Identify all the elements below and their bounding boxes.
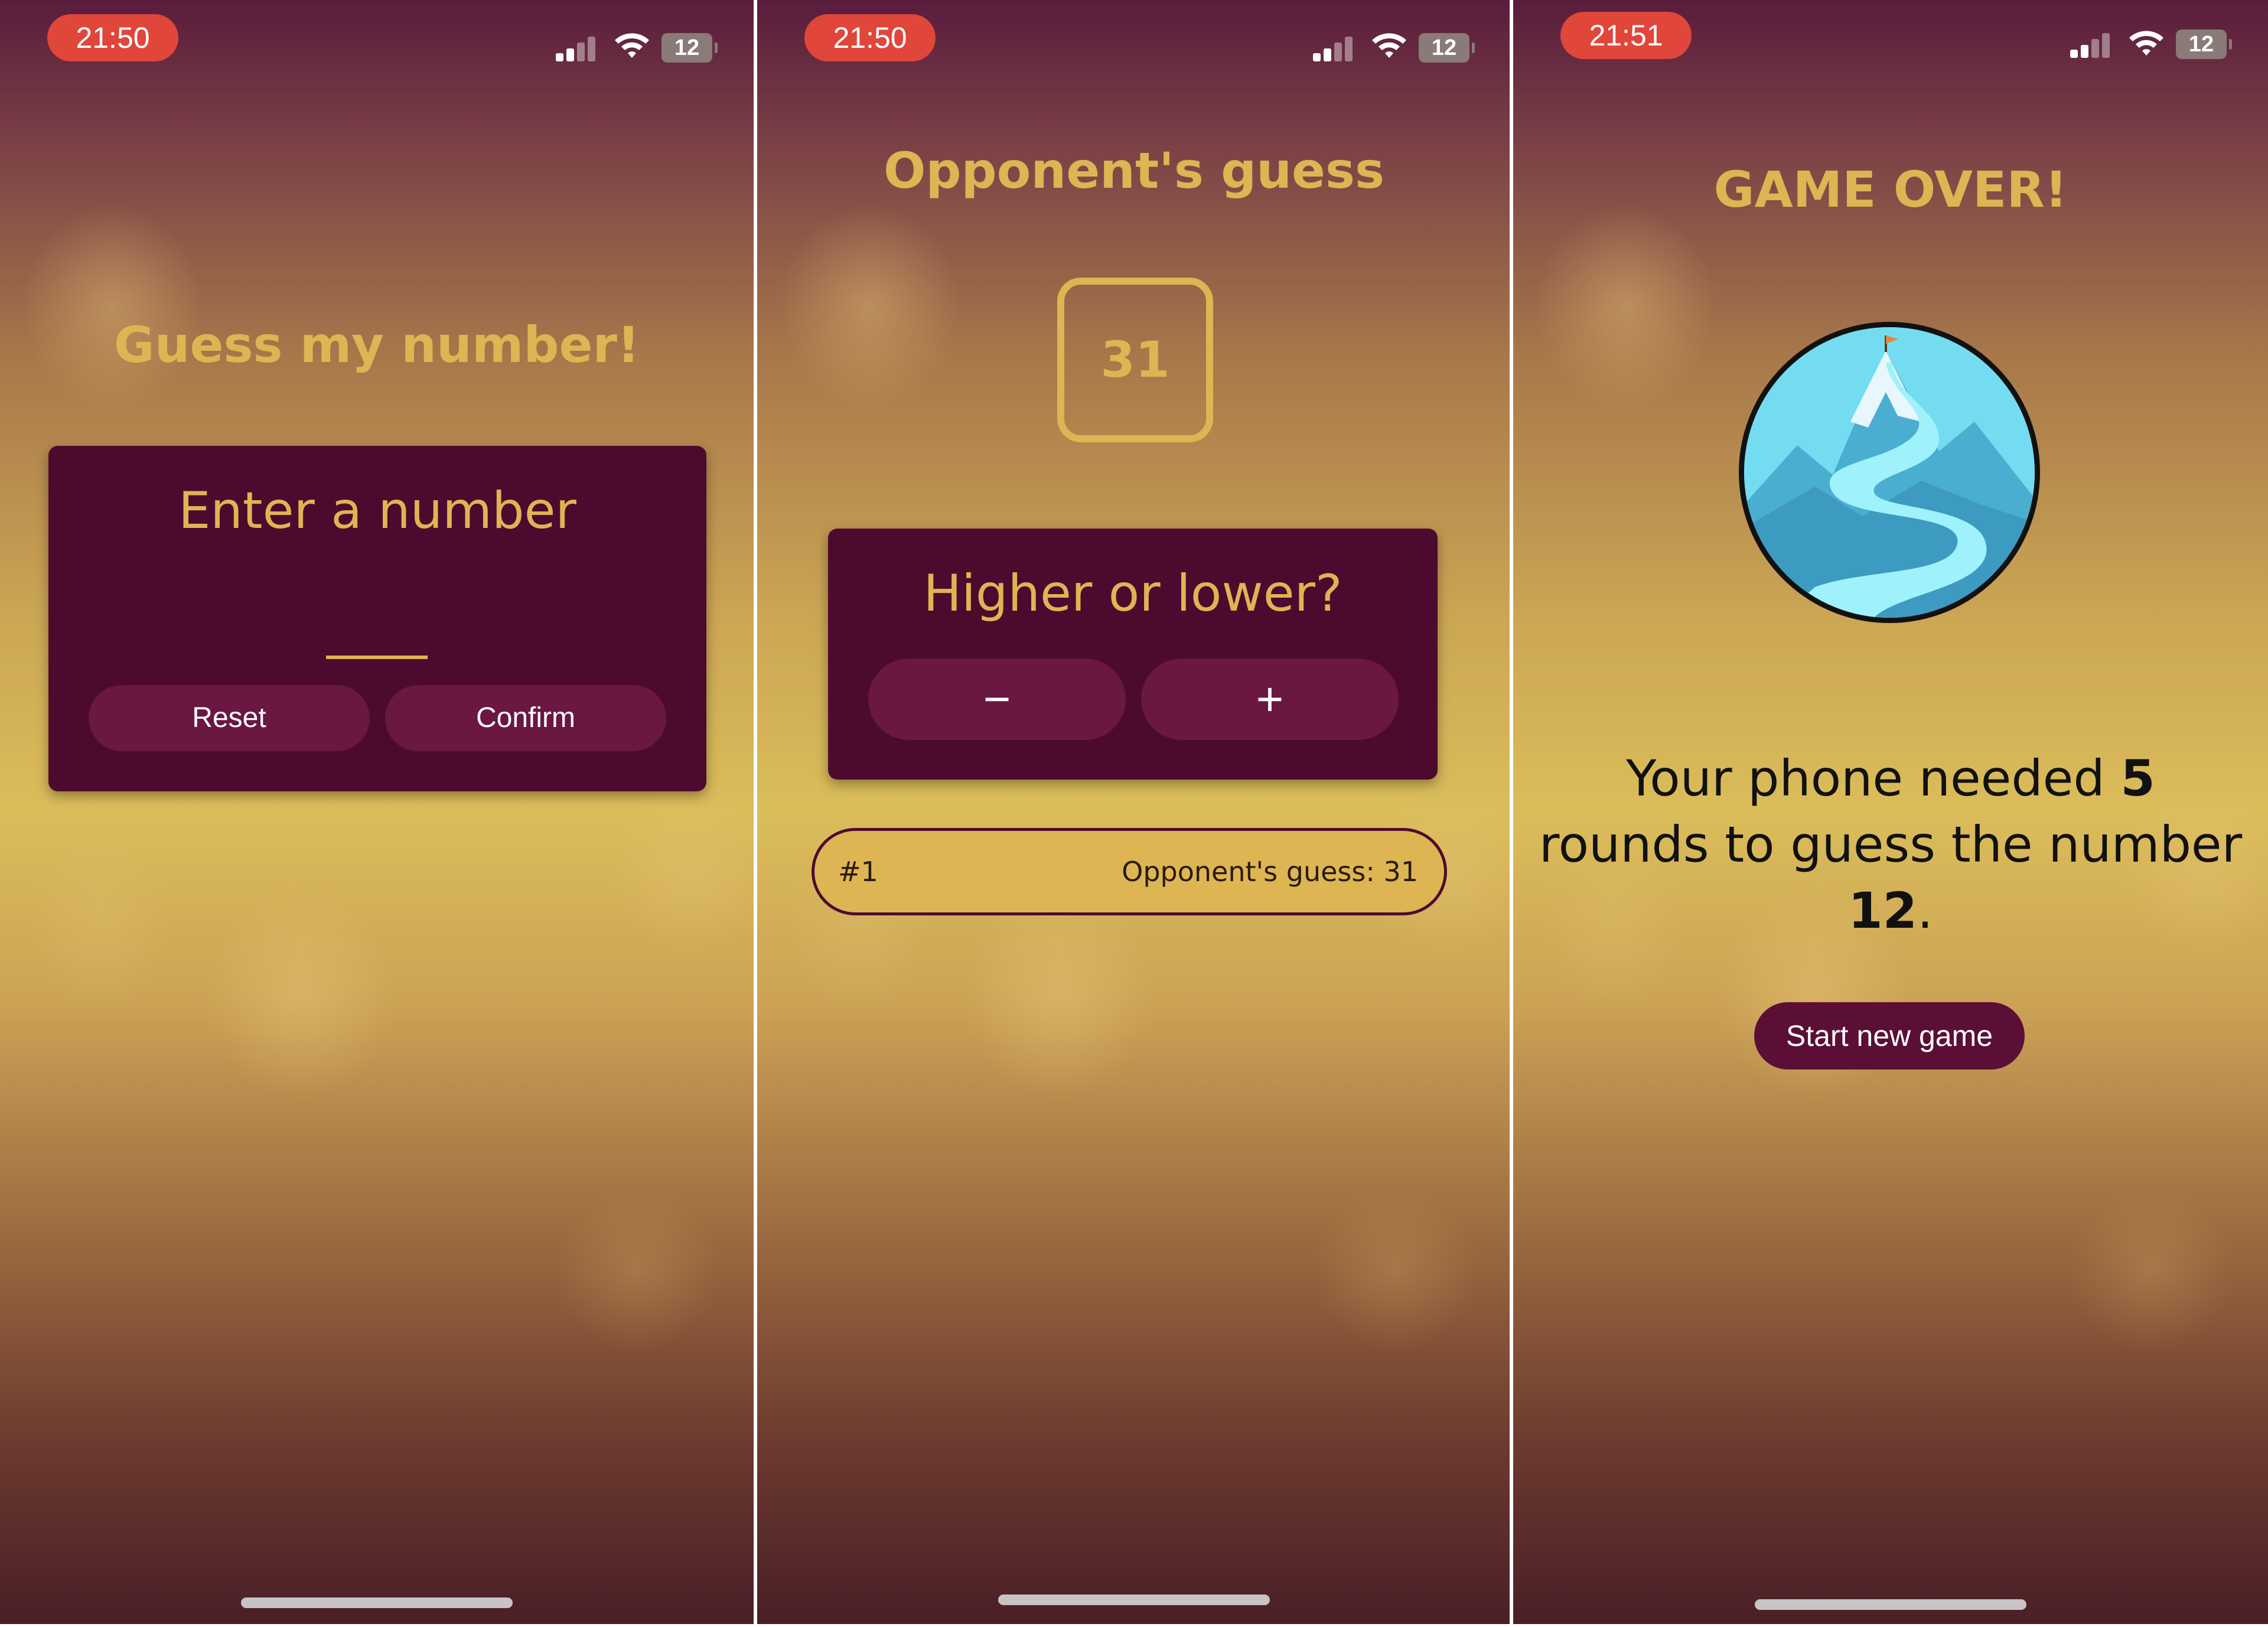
game-screen: 21:50 12 Opponent's guess 31 Higher or l… — [757, 0, 1511, 1624]
lower-button[interactable]: − — [868, 658, 1126, 740]
reset-button[interactable]: Reset — [89, 685, 370, 751]
status-bar: 21:51 12 — [1513, 0, 2268, 83]
status-bar: 21:50 12 — [757, 0, 1511, 83]
higher-button[interactable]: + — [1141, 658, 1399, 740]
guess-log-item: #1 Opponent's guess: 31 — [812, 828, 1447, 915]
rounds-count: 5 — [2120, 749, 2155, 807]
status-time: 21:50 — [47, 14, 178, 61]
number-input[interactable] — [326, 591, 428, 659]
higher-lower-card: Higher or lower? − + — [828, 529, 1438, 780]
battery-icon: 12 — [662, 33, 718, 63]
mountain-success-image — [1739, 322, 2040, 623]
confirm-button[interactable]: Confirm — [385, 685, 666, 751]
summary-text-start: Your phone needed — [1626, 749, 2121, 807]
guess-log-round: #1 — [838, 856, 878, 888]
game-over-screen: 21:51 12 GAME OVER! Your phone needed 5 … — [1513, 0, 2268, 1624]
guess-log-text: Opponent's guess: 31 — [1122, 856, 1418, 888]
home-indicator[interactable] — [998, 1595, 1270, 1605]
number-entry-card: Enter a number Reset Confirm — [48, 446, 706, 791]
opponent-guess-number: 31 — [1057, 278, 1213, 442]
status-time: 21:51 — [1560, 12, 1692, 59]
page-title: Guess my number! — [113, 316, 640, 374]
card-prompt: Higher or lower? — [923, 564, 1342, 623]
game-summary-text: Your phone needed 5 rounds to guess the … — [1537, 745, 2244, 944]
wifi-icon — [615, 33, 649, 58]
status-bar: 21:50 12 — [0, 0, 754, 83]
card-prompt: Enter a number — [178, 481, 576, 540]
page-title: GAME OVER! — [1713, 161, 2068, 219]
home-indicator[interactable] — [241, 1597, 513, 1608]
page-title: Opponent's guess — [884, 142, 1384, 200]
summary-text-middle: rounds to guess the number — [1539, 816, 2243, 873]
wifi-icon — [2129, 31, 2163, 56]
start-new-game-button[interactable]: Start new game — [1754, 1002, 2025, 1070]
mountain-illustration — [1744, 327, 2035, 618]
wifi-icon — [1372, 33, 1406, 58]
cellular-signal-icon — [556, 35, 597, 61]
target-number: 12 — [1848, 882, 1918, 940]
battery-icon: 12 — [1419, 33, 1475, 63]
cellular-signal-icon — [2070, 32, 2111, 58]
status-time: 21:50 — [804, 14, 936, 61]
start-game-screen: 21:50 12 Guess my number! Enter a number… — [0, 0, 754, 1624]
home-indicator[interactable] — [1755, 1599, 2026, 1610]
summary-text-end: . — [1917, 882, 1933, 940]
cellular-signal-icon — [1313, 35, 1354, 61]
battery-icon: 12 — [2176, 30, 2232, 59]
